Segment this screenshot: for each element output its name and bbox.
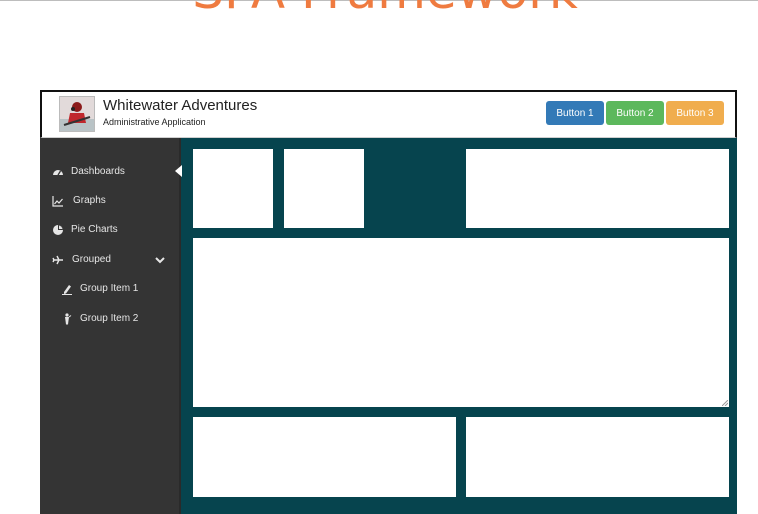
person-icon	[65, 313, 72, 325]
sidebar: Dashboards Graphs Pie Charts Grouped Gro…	[40, 138, 182, 514]
sidebar-item-label: Group Item 2	[80, 313, 139, 324]
sidebar-item-dashboards[interactable]: Dashboards	[40, 160, 179, 184]
sidebar-item-group-item-1[interactable]: Group Item 1	[40, 277, 179, 301]
button-3[interactable]: Button 3	[666, 101, 724, 125]
sidebar-item-grouped[interactable]: Grouped	[40, 248, 179, 272]
widget-panel-wide	[466, 149, 729, 228]
line-chart-icon	[52, 196, 63, 207]
button-1[interactable]: Button 1	[546, 101, 604, 125]
sidebar-item-graphs[interactable]: Graphs	[40, 189, 179, 213]
sidebar-item-label: Graphs	[73, 195, 106, 206]
resize-handle-icon[interactable]	[722, 400, 728, 406]
app-frame: Whitewater Adventures Administrative App…	[40, 90, 737, 514]
widget-panel-large	[193, 238, 729, 407]
chevron-down-icon	[155, 257, 165, 264]
sidebar-item-group-item-2[interactable]: Group Item 2	[40, 307, 179, 331]
widget-panel-small-2	[284, 149, 364, 228]
sidebar-item-label: Grouped	[72, 254, 111, 265]
button-2[interactable]: Button 2	[606, 101, 664, 125]
page-title: SPA Framework	[0, 0, 758, 16]
pencil-icon	[62, 285, 72, 295]
sidebar-item-label: Dashboards	[71, 166, 125, 177]
widget-panel-bottom-left	[193, 417, 456, 497]
app-header: Whitewater Adventures Administrative App…	[40, 92, 737, 138]
dashboard-icon	[53, 170, 63, 176]
sidebar-item-label: Group Item 1	[80, 283, 139, 294]
plane-icon	[52, 255, 63, 265]
sidebar-item-pie-charts[interactable]: Pie Charts	[40, 218, 179, 242]
widget-panel-small-1	[193, 149, 273, 228]
sidebar-item-label: Pie Charts	[71, 224, 118, 235]
brand-subtitle: Administrative Application	[103, 117, 206, 127]
brand-logo	[59, 96, 95, 132]
widget-panel-bottom-right	[466, 417, 729, 497]
brand-title: Whitewater Adventures	[103, 97, 258, 114]
pie-chart-icon	[53, 225, 63, 235]
